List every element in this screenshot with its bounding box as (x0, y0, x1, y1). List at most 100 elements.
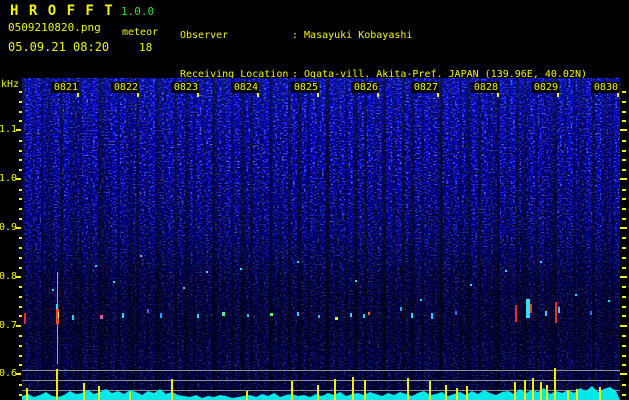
noise-depth-shading (22, 78, 620, 400)
meteor-echo-blip (368, 312, 370, 315)
meteor-echo-blip (590, 311, 592, 315)
meteor-echo-blip (197, 314, 199, 318)
freq-major-tick-left (16, 227, 21, 229)
freq-major-tick-left (16, 276, 21, 278)
meteor-echo-blip (270, 313, 273, 316)
freq-major-tick-right (620, 129, 627, 131)
meteor-echo-blip (247, 314, 249, 317)
output-filename: 0509210820.png (8, 21, 101, 34)
meteor-spike (83, 383, 85, 400)
meteor-spike (466, 386, 468, 400)
freq-minor-tick-right (622, 267, 626, 269)
freq-major-tick-right (620, 227, 627, 229)
freq-tick-label: 0.8 (0, 271, 18, 282)
freq-minor-tick-left (19, 208, 22, 210)
time-tick (497, 93, 499, 97)
freq-minor-tick-right (622, 247, 626, 249)
meteor-spike (599, 387, 601, 400)
meteor-spike (129, 392, 131, 400)
info-label: Observer (180, 30, 229, 41)
noise-bright-dot (113, 281, 115, 283)
freq-minor-tick-left (19, 286, 22, 288)
signal-level-graph (22, 368, 620, 400)
meteor-spike (364, 380, 366, 400)
freq-minor-tick-right (622, 364, 626, 366)
meteor-echo-blip (100, 315, 103, 319)
freq-minor-tick-left (19, 140, 22, 142)
freq-major-tick-right (620, 276, 627, 278)
freq-minor-tick-right (622, 355, 626, 357)
freq-major-tick-right (620, 373, 627, 375)
freq-minor-tick-left (19, 345, 22, 347)
freq-minor-tick-right (622, 257, 626, 259)
noise-bright-dot (540, 261, 542, 263)
freq-minor-tick-right (622, 315, 626, 317)
freq-minor-tick-right (622, 218, 626, 220)
meteor-spike (524, 380, 526, 400)
spectrogram-plot (22, 78, 620, 400)
meteor-echo-blip (530, 304, 532, 313)
meteor-echo-blip (24, 313, 26, 324)
info-value: : Masayuki Kobayashi (292, 30, 413, 41)
time-tick-label: 0826 (351, 82, 379, 93)
meteor-spike (546, 385, 548, 400)
time-tick (77, 93, 79, 97)
meteor-echo-blip (160, 313, 162, 318)
meteor-echo-blip (515, 305, 517, 322)
meteor-echo-blip (411, 313, 413, 318)
freq-minor-tick-left (19, 150, 22, 152)
meteor-echo-blip (400, 307, 402, 311)
meteor-spike (445, 385, 447, 400)
freq-minor-tick-left (19, 306, 22, 308)
time-tick-label: 0823 (171, 82, 199, 93)
time-tick (197, 93, 199, 97)
freq-minor-tick-left (19, 218, 22, 220)
meteor-echo-blip (222, 312, 225, 316)
freq-major-tick-right (620, 325, 627, 327)
freq-minor-tick-left (19, 159, 22, 161)
datetime-label: 05.09.21 08:20 (8, 40, 110, 54)
meteor-spike (532, 378, 534, 400)
noise-bright-dot (575, 294, 577, 296)
time-tick (437, 93, 439, 97)
echo-count: 18 (139, 41, 153, 54)
noise-bright-dot (52, 289, 54, 291)
time-tick-label: 0821 (51, 82, 79, 93)
time-tick (317, 93, 319, 97)
noise-bright-dot (297, 261, 299, 263)
meteor-echo-blip (545, 311, 547, 316)
time-tick (377, 93, 379, 97)
time-tick-label: 0825 (291, 82, 319, 93)
meteor-echo-blip (72, 315, 74, 320)
freq-minor-tick-right (622, 394, 626, 396)
time-tick (557, 93, 559, 97)
freq-minor-tick-left (19, 111, 22, 113)
meteor-spike (567, 390, 569, 400)
meteor-echo-blip (555, 302, 557, 323)
freq-minor-tick-right (622, 120, 626, 122)
freq-tick-label: 0.6 (0, 368, 18, 379)
freq-tick-label: 0.7 (0, 320, 18, 331)
meteor-echo-blip (431, 313, 433, 319)
freq-minor-tick-right (622, 237, 626, 239)
meteor-echo-blip (147, 309, 149, 313)
freq-minor-tick-right (622, 150, 626, 152)
freq-minor-tick-right (622, 286, 626, 288)
meteor-spike (514, 382, 516, 400)
meteor-spike (246, 391, 248, 400)
freq-minor-tick-right (622, 101, 626, 103)
time-tick (257, 93, 259, 97)
noise-bright-dot (95, 265, 97, 267)
freq-minor-tick-left (19, 247, 22, 249)
freq-major-tick-left (16, 373, 21, 375)
noise-bright-dot (240, 268, 242, 270)
meteor-spike (98, 386, 100, 400)
freq-minor-tick-left (19, 257, 22, 259)
meteor-spike (291, 381, 293, 400)
freq-tick-label: 1.1 (0, 124, 18, 135)
freq-minor-tick-left (19, 267, 22, 269)
freq-minor-tick-left (19, 120, 22, 122)
meteor-spike (352, 377, 354, 400)
freq-minor-tick-right (622, 169, 626, 171)
meteor-spike (56, 369, 58, 400)
